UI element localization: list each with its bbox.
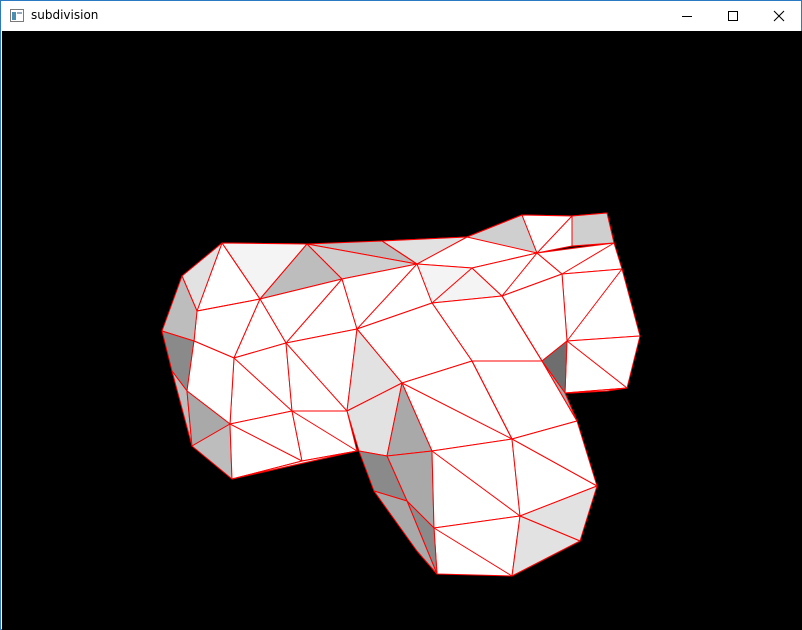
app-window: subdivision xyxy=(0,0,802,630)
close-icon xyxy=(773,10,785,22)
minimize-button[interactable] xyxy=(664,1,710,31)
app-icon xyxy=(10,9,24,22)
close-button[interactable] xyxy=(756,1,802,31)
title-bar[interactable]: subdivision xyxy=(1,1,801,31)
minimize-icon xyxy=(682,16,692,17)
subdivided-mesh xyxy=(2,31,802,630)
render-viewport[interactable] xyxy=(2,31,802,630)
maximize-button[interactable] xyxy=(710,1,756,31)
window-title: subdivision xyxy=(31,8,99,22)
maximize-icon xyxy=(728,11,738,21)
